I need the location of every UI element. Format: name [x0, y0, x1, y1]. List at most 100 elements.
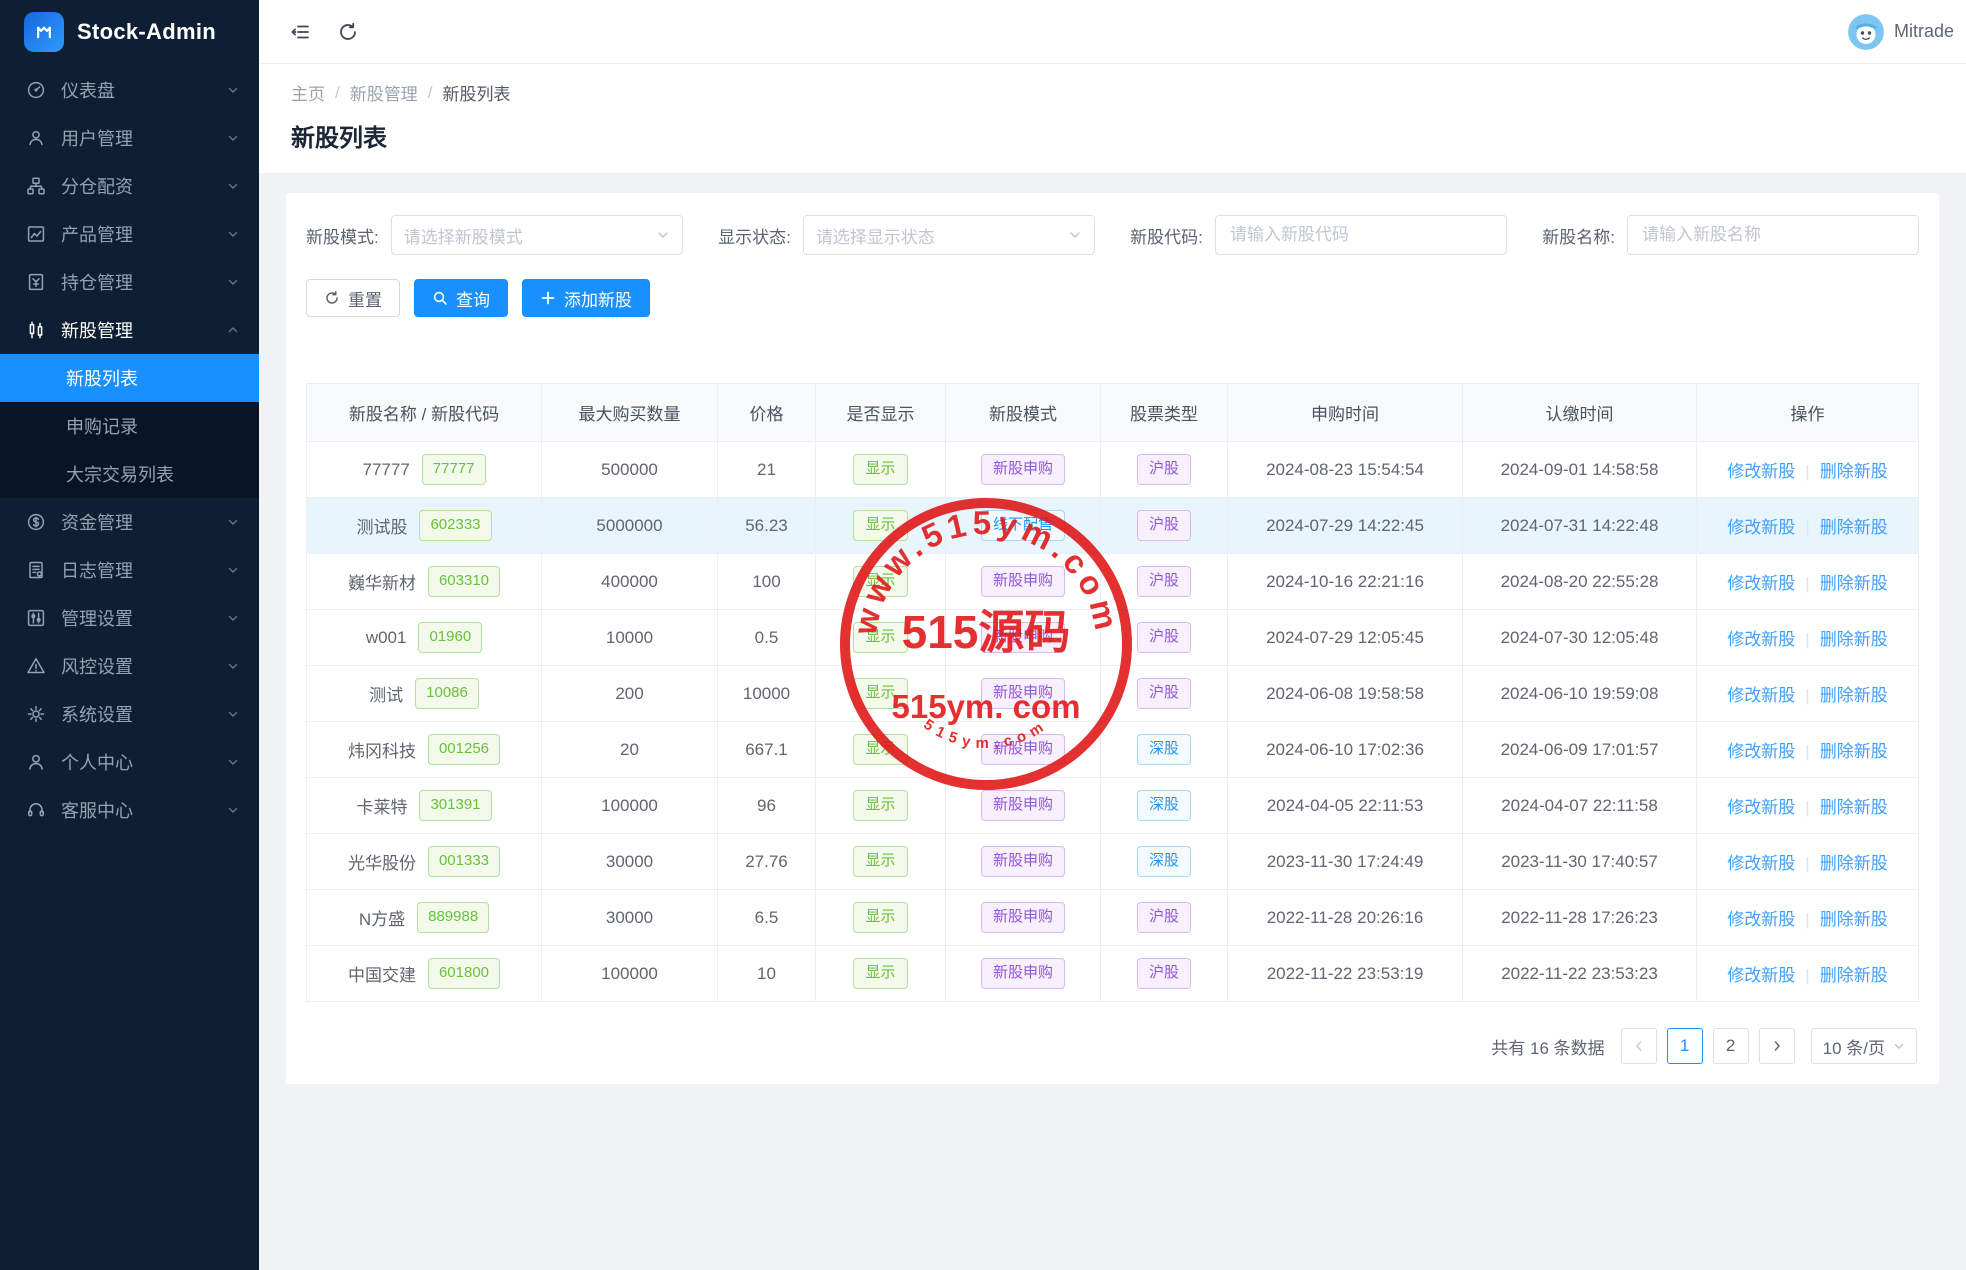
chevron-down-icon: [1893, 1040, 1905, 1052]
prev-page-button[interactable]: [1621, 1028, 1657, 1064]
edit-stock-link[interactable]: 修改新股: [1727, 966, 1795, 985]
delete-stock-link[interactable]: 删除新股: [1820, 462, 1888, 481]
edit-stock-link[interactable]: 修改新股: [1727, 686, 1795, 705]
user-menu[interactable]: Mitrade: [1848, 14, 1958, 50]
new-stock-icon: [26, 320, 46, 340]
sidebar-item-label: 资金管理: [61, 509, 133, 535]
filter-code-input[interactable]: [1228, 224, 1494, 246]
table-row: w00101960100000.5显示新股申购沪股2024-07-29 12:0…: [307, 610, 1919, 666]
apply-time-cell: 2024-06-10 17:02:36: [1228, 722, 1463, 778]
delete-stock-link[interactable]: 删除新股: [1820, 910, 1888, 929]
breadcrumb: 主页/新股管理/新股列表: [291, 80, 1934, 105]
breadcrumb-item[interactable]: 主页: [291, 80, 325, 105]
add-stock-button[interactable]: 添加新股: [522, 279, 650, 317]
filter-status-select[interactable]: 请选择显示状态: [803, 215, 1095, 255]
stock-name: N方盛: [359, 905, 405, 930]
edit-stock-link[interactable]: 修改新股: [1727, 798, 1795, 817]
sidebar-item-holdings[interactable]: 持仓管理: [0, 258, 259, 306]
apply-time-cell: 2022-11-22 23:53:19: [1228, 946, 1463, 1002]
delete-stock-link[interactable]: 删除新股: [1820, 798, 1888, 817]
stock-table: 新股名称 / 新股代码最大购买数量价格是否显示新股模式股票类型申购时间认缴时间操…: [306, 383, 1919, 1002]
stock-code-badge: 601800: [428, 958, 500, 989]
mode-cell: 新股申购: [946, 946, 1101, 1002]
sidebar-item-users[interactable]: 用户管理: [0, 114, 259, 162]
next-page-button[interactable]: [1759, 1028, 1795, 1064]
sidebar-item-dashboard[interactable]: 仪表盘: [0, 66, 259, 114]
edit-stock-link[interactable]: 修改新股: [1727, 574, 1795, 593]
delete-stock-link[interactable]: 删除新股: [1820, 630, 1888, 649]
filter-name-label: 新股名称:: [1542, 223, 1615, 248]
edit-stock-link[interactable]: 修改新股: [1727, 630, 1795, 649]
sidebar-item-label: 分仓配资: [61, 173, 133, 199]
page-title: 新股列表: [291, 118, 1934, 153]
stock-type-cell: 沪股: [1101, 890, 1228, 946]
delete-stock-link[interactable]: 删除新股: [1820, 574, 1888, 593]
table-header-cell: 价格: [718, 384, 816, 442]
sidebar-item-funds[interactable]: 资金管理: [0, 498, 259, 546]
delete-stock-link[interactable]: 删除新股: [1820, 854, 1888, 873]
sidebar-item-label: 产品管理: [61, 221, 133, 247]
filter-group-mode: 新股模式: 请选择新股模式: [306, 215, 683, 255]
sidebar-subitem-new-stock-list[interactable]: 新股列表: [0, 354, 259, 402]
sidebar-item-system-settings[interactable]: 系统设置: [0, 690, 259, 738]
reset-button[interactable]: 重置: [306, 279, 400, 317]
mode-cell: 新股申购: [946, 778, 1101, 834]
sidebar-item-allocation[interactable]: 分仓配资: [0, 162, 259, 210]
table-header-cell: 是否显示: [816, 384, 946, 442]
pay-time-cell: 2024-07-30 12:05:48: [1463, 610, 1697, 666]
chevron-down-icon: [1068, 228, 1082, 242]
apply-time-cell: 2023-11-30 17:24:49: [1228, 834, 1463, 890]
filter-name-input[interactable]: [1640, 224, 1906, 246]
edit-stock-link[interactable]: 修改新股: [1727, 742, 1795, 761]
breadcrumb-separator: /: [335, 83, 340, 103]
page-button-1[interactable]: 1: [1667, 1028, 1703, 1064]
table-header-cell: 最大购买数量: [542, 384, 718, 442]
refresh-icon[interactable]: [337, 21, 359, 43]
table-row: 光华股份0013333000027.76显示新股申购深股2023-11-30 1…: [307, 834, 1919, 890]
stock-name: 光华股份: [348, 849, 416, 874]
delete-stock-link[interactable]: 删除新股: [1820, 686, 1888, 705]
page-size-select[interactable]: 10 条/页: [1811, 1028, 1917, 1064]
mode-cell: 新股申购: [946, 610, 1101, 666]
sidebar-item-profile[interactable]: 个人中心: [0, 738, 259, 786]
delete-stock-link[interactable]: 删除新股: [1820, 966, 1888, 985]
price-cell: 6.5: [718, 890, 816, 946]
sidebar-item-risk-settings[interactable]: 风控设置: [0, 642, 259, 690]
action-divider: |: [1805, 798, 1809, 817]
collapse-sidebar-icon[interactable]: [289, 21, 311, 43]
sidebar-item-admin-settings[interactable]: 管理设置: [0, 594, 259, 642]
username[interactable]: Mitrade: [1894, 21, 1958, 42]
sidebar-item-products[interactable]: 产品管理: [0, 210, 259, 258]
price-cell: 0.5: [718, 610, 816, 666]
sidebar-item-support[interactable]: 客服中心: [0, 786, 259, 834]
filter-mode-select[interactable]: 请选择新股模式: [391, 215, 683, 255]
edit-stock-link[interactable]: 修改新股: [1727, 462, 1795, 481]
holdings-icon: [26, 272, 46, 292]
sidebar-subitem-subscription-records[interactable]: 申购记录: [0, 402, 259, 450]
avatar[interactable]: [1848, 14, 1884, 50]
sidebar-subitem-block-trade-list[interactable]: 大宗交易列表: [0, 450, 259, 498]
search-button[interactable]: 查询: [414, 279, 508, 317]
sidebar-item-logs[interactable]: 日志管理: [0, 546, 259, 594]
actions-cell: 修改新股|删除新股: [1697, 498, 1919, 554]
delete-stock-link[interactable]: 删除新股: [1820, 518, 1888, 537]
stock-type-cell: 深股: [1101, 778, 1228, 834]
money-icon: [26, 512, 46, 532]
edit-stock-link[interactable]: 修改新股: [1727, 854, 1795, 873]
delete-stock-link[interactable]: 删除新股: [1820, 742, 1888, 761]
apply-time-cell: 2024-07-29 14:22:45: [1228, 498, 1463, 554]
visible-cell: 显示: [816, 666, 946, 722]
price-cell: 27.76: [718, 834, 816, 890]
stock-name-cell: 巍华新材603310: [307, 554, 542, 610]
sidebar-item-new-stock[interactable]: 新股管理: [0, 306, 259, 354]
visible-cell: 显示: [816, 834, 946, 890]
breadcrumb-item: 新股列表: [442, 80, 510, 105]
visible-cell: 显示: [816, 442, 946, 498]
risk-icon: [26, 656, 46, 676]
page-button-2[interactable]: 2: [1713, 1028, 1749, 1064]
pay-time-cell: 2024-07-31 14:22:48: [1463, 498, 1697, 554]
edit-stock-link[interactable]: 修改新股: [1727, 910, 1795, 929]
breadcrumb-item[interactable]: 新股管理: [350, 80, 418, 105]
edit-stock-link[interactable]: 修改新股: [1727, 518, 1795, 537]
stock-name-cell: w00101960: [307, 610, 542, 666]
